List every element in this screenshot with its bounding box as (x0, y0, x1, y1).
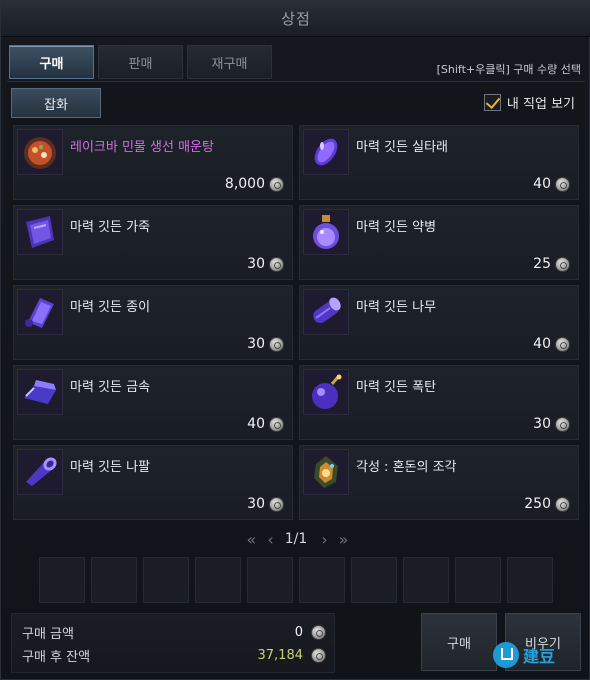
title-bar[interactable]: 상점 (1, 1, 590, 37)
item-price: 250 (524, 496, 570, 512)
item-price: 40 (247, 416, 284, 432)
magic-bomb-icon (303, 369, 349, 415)
item-price: 40 (533, 176, 570, 192)
shop-item[interactable]: 마력 깃든 가죽 30 (13, 205, 293, 280)
silver-coin-icon (269, 336, 284, 352)
page-indicator: 1/1 (284, 531, 308, 547)
window-title: 상점 (281, 10, 311, 28)
purchase-slot[interactable] (195, 557, 241, 603)
watermark-icon (493, 642, 519, 668)
item-price: 40 (533, 336, 570, 352)
my-class-filter[interactable]: 내 직업 보기 (483, 93, 575, 112)
balance-value: 37,184 (257, 647, 304, 663)
silver-coin-icon (555, 416, 570, 432)
silver-coin-icon (311, 647, 326, 663)
item-name: 마력 깃든 나팔 (70, 460, 151, 475)
silver-coin-icon (555, 256, 570, 272)
item-name: 마력 깃든 종이 (70, 300, 151, 315)
purchase-amount-row: 구매 금액 0 (22, 621, 326, 643)
shop-item[interactable]: 각성 : 혼돈의 조각 250 (299, 445, 579, 520)
item-price: 30 (247, 336, 284, 352)
silver-coin-icon (555, 496, 570, 512)
last-page-icon[interactable]: » (339, 530, 349, 549)
item-name: 마력 깃든 약병 (356, 220, 437, 235)
item-price: 8,000 (225, 176, 284, 192)
item-price: 25 (533, 256, 570, 272)
shop-item[interactable]: 마력 깃든 나팔 30 (13, 445, 293, 520)
item-price: 30 (247, 496, 284, 512)
purchase-slot[interactable] (299, 557, 345, 603)
item-price: 30 (533, 416, 570, 432)
shop-window: 상점 구매 판매 재구매 [Shift+우클릭] 구매 수량 선택 잡화 내 직… (0, 0, 590, 680)
item-name: 마력 깃든 나무 (356, 300, 437, 315)
balance-row: 구매 후 잔액 37,184 (22, 644, 326, 666)
shop-item[interactable]: 마력 깃든 폭탄 30 (299, 365, 579, 440)
item-name: 마력 깃든 금속 (70, 380, 151, 395)
silver-coin-icon (269, 256, 284, 272)
quantity-hint: [Shift+우클릭] 구매 수량 선택 (436, 63, 581, 76)
purchase-slot[interactable] (507, 557, 553, 603)
magic-wood-log-icon (303, 289, 349, 335)
item-name: 마력 깃든 폭탄 (356, 380, 437, 395)
purchase-slot[interactable] (91, 557, 137, 603)
item-price: 30 (247, 256, 284, 272)
purchase-slot[interactable] (143, 557, 189, 603)
tab-rebuy[interactable]: 재구매 (187, 45, 272, 79)
purchase-slot[interactable] (351, 557, 397, 603)
shop-tabs: 구매 판매 재구매 (9, 45, 272, 79)
next-page-icon[interactable]: › (321, 530, 328, 549)
purchase-slots (39, 557, 553, 603)
shop-item[interactable]: 마력 깃든 나무 40 (299, 285, 579, 360)
shop-item[interactable]: 마력 깃든 종이 30 (13, 285, 293, 360)
magic-potion-bottle-icon (303, 209, 349, 255)
spicy-fish-stew-icon (17, 129, 63, 175)
shop-item[interactable]: 마력 깃든 약병 25 (299, 205, 579, 280)
category-misc-button[interactable]: 잡화 (11, 88, 101, 118)
silver-coin-icon (311, 624, 326, 640)
my-class-checkbox[interactable] (483, 94, 501, 111)
purchase-slot[interactable] (455, 557, 501, 603)
my-class-label: 내 직업 보기 (506, 97, 575, 112)
item-name: 레이크바 민물 생선 매운탕 (70, 140, 214, 155)
purchase-summary: 구매 금액 0 구매 후 잔액 37,184 (11, 613, 335, 673)
magic-paper-scroll-icon (17, 289, 63, 335)
pagination: « ‹ 1/1 › » (1, 527, 590, 551)
prev-page-icon[interactable]: ‹ (267, 530, 274, 549)
magic-thread-spool-icon (303, 129, 349, 175)
purchase-slot[interactable] (39, 557, 85, 603)
silver-coin-icon (269, 496, 284, 512)
shop-item[interactable]: 마력 깃든 금속 40 (13, 365, 293, 440)
purchase-amount-label: 구매 금액 (22, 626, 74, 642)
shop-item[interactable]: 마력 깃든 실타래 40 (299, 125, 579, 200)
first-page-icon[interactable]: « (247, 530, 257, 549)
silver-coin-icon (555, 336, 570, 352)
magic-leather-icon (17, 209, 63, 255)
buy-button[interactable]: 구매 (421, 613, 497, 671)
item-name: 마력 깃든 실타래 (356, 140, 448, 155)
shop-item[interactable]: 레이크바 민물 생선 매운탕 8,000 (13, 125, 293, 200)
item-name: 각성 : 혼돈의 조각 (356, 460, 457, 475)
silver-coin-icon (269, 176, 284, 192)
balance-label: 구매 후 잔액 (22, 649, 91, 665)
tab-sell[interactable]: 판매 (98, 45, 183, 79)
magic-horn-icon (17, 449, 63, 495)
purchase-slot[interactable] (403, 557, 449, 603)
silver-coin-icon (555, 176, 570, 192)
purchase-amount-value: 0 (294, 624, 303, 640)
tab-buy[interactable]: 구매 (9, 45, 94, 79)
purchase-slot[interactable] (247, 557, 293, 603)
watermark-text: 建豆 (523, 647, 556, 666)
magic-metal-ingot-icon (17, 369, 63, 415)
chaos-fragment-icon (303, 449, 349, 495)
item-name: 마력 깃든 가죽 (70, 220, 151, 235)
silver-coin-icon (269, 416, 284, 432)
watermark-logo: 建豆 (493, 635, 579, 675)
